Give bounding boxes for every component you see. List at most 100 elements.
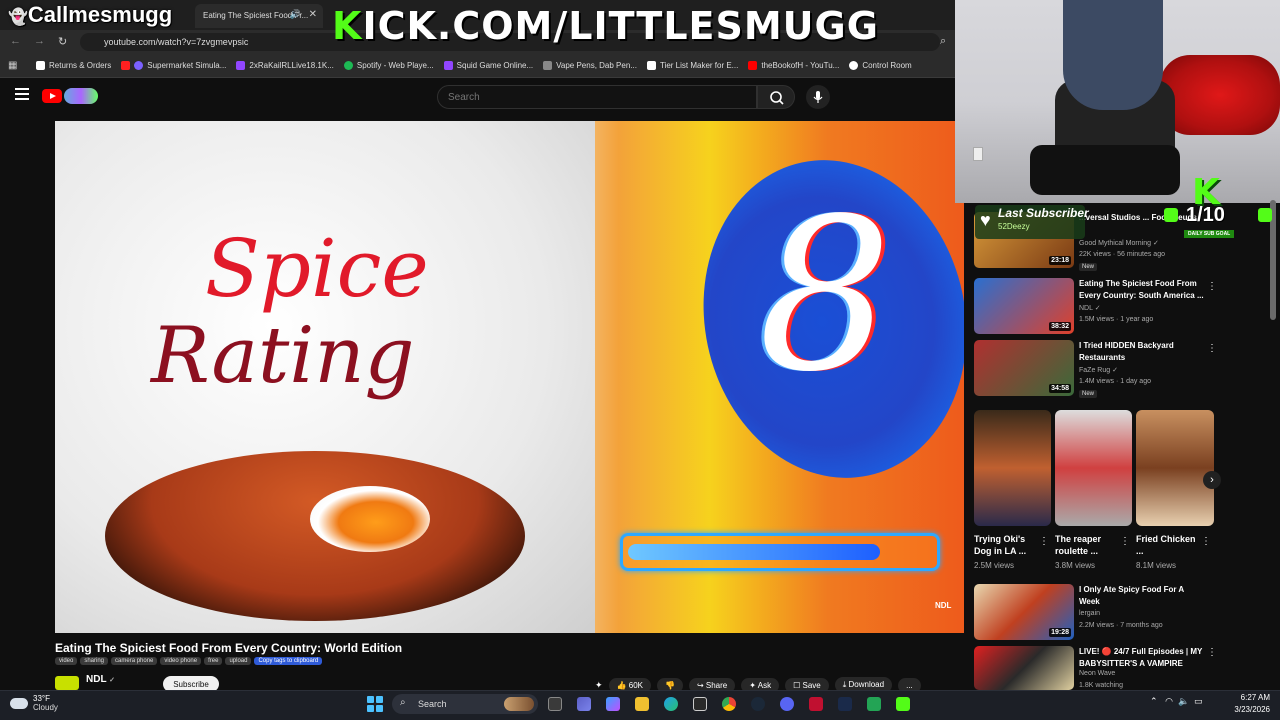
video-thumbnail[interactable]: 19:28 [974,584,1074,640]
short-title[interactable]: Fried Chicken ... [1136,533,1196,557]
windows-start-icon[interactable] [367,696,383,712]
recommendation-item[interactable]: 19:28 I Only Ate Spicy Food For A Week l… [974,584,1214,640]
tag-chip[interactable]: camera phone [111,657,158,665]
more-options-icon[interactable]: ⋮ [1039,536,1049,547]
chevron-up-icon[interactable]: ⌃ [1150,696,1158,706]
bookmark-item[interactable]: Control Room [849,61,912,70]
bookmark-item[interactable]: theBookofH - YouTu... [748,61,839,70]
recommendation-channel[interactable]: FaZe Rug ✓ [1079,366,1118,374]
search-input[interactable] [437,85,757,109]
bookmark-icon: ☐ [793,680,801,690]
menu-icon[interactable] [15,88,29,100]
new-badge: New [1079,263,1098,271]
teams-icon[interactable] [577,697,591,711]
tag-chip[interactable]: sharing [80,657,109,665]
more-options-icon[interactable]: ⋮ [1120,536,1130,547]
spotify-icon [343,61,353,70]
short-thumbnail[interactable] [1136,410,1214,526]
recommendation-channel[interactable]: Neon Wave [1079,670,1115,677]
recommendation-title[interactable]: I Tried HIDDEN Backyard Restaurants [1079,340,1204,364]
search-icon [770,91,784,105]
steam-icon[interactable] [751,697,765,711]
reload-icon[interactable]: ↻ [58,35,67,48]
tag-chip[interactable]: video [55,657,78,665]
copy-tags-button[interactable]: Copy tags to clipboard [254,657,323,665]
more-options-icon[interactable]: ⋮ [1201,536,1211,547]
search-button[interactable] [757,85,795,109]
video-thumbnail[interactable]: 34:58 [974,340,1074,396]
video-thumbnail[interactable] [974,646,1074,690]
more-options-icon[interactable]: ⋮ [1207,647,1214,658]
bookmark-item[interactable]: Squid Game Online... [443,61,533,70]
back-icon[interactable]: ← [10,35,21,47]
volume-icon[interactable]: 🔈 [1178,696,1189,706]
bookmark-item[interactable]: Returns & Orders [36,61,111,70]
thumbnail-title-rating: Rating [151,311,415,401]
app-icon[interactable] [809,697,823,711]
short-title[interactable]: Trying Oki's Dog in LA ... [974,533,1034,557]
copilot-icon[interactable] [606,697,620,711]
apps-grid-icon[interactable]: ▦ [8,60,17,71]
recommendation-meta: 22K views · 56 minutes ago [1079,251,1165,258]
recommendation-item[interactable]: 38:32 Eating The Spiciest Food From Ever… [974,278,1217,334]
wifi-icon[interactable]: ◠ [1165,696,1173,706]
bookmark-item[interactable]: Spotify - Web Playe... [343,61,434,70]
short-title[interactable]: The reaper roulette ... [1055,533,1115,557]
snapchat-icon: 👻 [8,9,28,26]
microsoft-store-icon[interactable] [693,697,707,711]
zoom-icon[interactable]: ⌕ [940,35,946,48]
system-tray[interactable]: ⌃ ◠ 🔈 ▭ [1150,696,1203,707]
discord-icon[interactable] [780,697,794,711]
spreadsheet-icon[interactable] [867,697,881,711]
recommendation-channel[interactable]: lergain [1079,610,1100,617]
bookmark-item[interactable]: Tier List Maker for E... [646,61,738,70]
bookmark-item[interactable]: Vape Pens, Dab Pen... [543,61,637,70]
edge-icon[interactable] [664,697,678,711]
app-icon[interactable] [838,697,852,711]
more-options-icon[interactable]: ⋮ [1207,343,1217,354]
recommendation-title[interactable]: Eating The Spiciest Food From Every Coun… [1079,278,1204,302]
short-thumbnail[interactable] [974,410,1051,526]
file-explorer-icon[interactable] [635,697,649,711]
tag-chip[interactable]: video phone [160,657,202,665]
bookmark-item[interactable]: Supermarket Simula... [121,61,226,70]
kick-icon[interactable] [896,697,910,711]
channel-text: Good Mythical Morning [1079,240,1151,247]
short-thumbnail[interactable] [1055,410,1132,526]
bookmark-label: Vape Pens, Dab Pen... [556,61,637,70]
bookmark-item[interactable]: 2xRaKailRLLive18.1K... [236,61,334,70]
speaker-icon[interactable]: 🔊 [290,9,301,20]
task-view-icon[interactable] [548,697,562,711]
tag-chip[interactable]: free [204,657,223,665]
more-options-icon[interactable]: ⋮ [1207,281,1217,292]
tag-chip[interactable]: upload [225,657,252,665]
sparkle-icon[interactable]: ✦ [595,680,603,691]
browser-tab-active[interactable]: Eating The Spiciest Food Fr... 🔊 ✕ [195,4,323,28]
recommendation-title[interactable]: LIVE! 🔴 24/7 Full Episodes | MY BABYSITT… [1079,646,1204,670]
weather-widget[interactable]: 33°F Cloudy [10,694,58,712]
clock-time[interactable]: 6:27 AM [1228,693,1270,702]
video-thumbnail[interactable]: 38:32 [974,278,1074,334]
youtube-logo-icon[interactable] [42,89,62,103]
kick-banner: KICK.COM/LITTLESMUGG [332,4,879,48]
recommendation-channel[interactable]: NDL ✓ [1079,304,1101,312]
youtube-doodle-logo[interactable] [64,88,98,104]
clock-date[interactable]: 3/23/2026 [1222,705,1270,714]
voice-search-button[interactable] [806,85,830,109]
channel-name[interactable]: NDL ✓ [86,674,115,685]
download-icon: ⤓ [842,680,847,689]
microphone-icon [813,91,823,103]
recommendation-channel[interactable]: Good Mythical Morning ✓ [1079,239,1159,247]
chevron-right-icon[interactable]: › [1203,471,1221,489]
recommendation-item[interactable]: 34:58 I Tried HIDDEN Backyard Restaurant… [974,340,1217,398]
taskbar-search[interactable]: ⌕ Search [392,694,538,714]
recommendation-title[interactable]: I Only Ate Spicy Food For A Week [1079,584,1204,608]
close-tab-icon[interactable]: ✕ [309,9,317,20]
battery-icon[interactable]: ▭ [1194,696,1203,706]
video-player[interactable]: Spice Rating 8 NDL [55,121,964,633]
channel-avatar[interactable] [55,676,79,690]
chrome-icon[interactable] [722,697,736,711]
recommendation-item[interactable]: LIVE! 🔴 24/7 Full Episodes | MY BABYSITT… [974,646,1214,690]
streamer-name: 👻Callmesmugg [8,2,172,28]
forward-icon[interactable]: → [34,35,45,47]
